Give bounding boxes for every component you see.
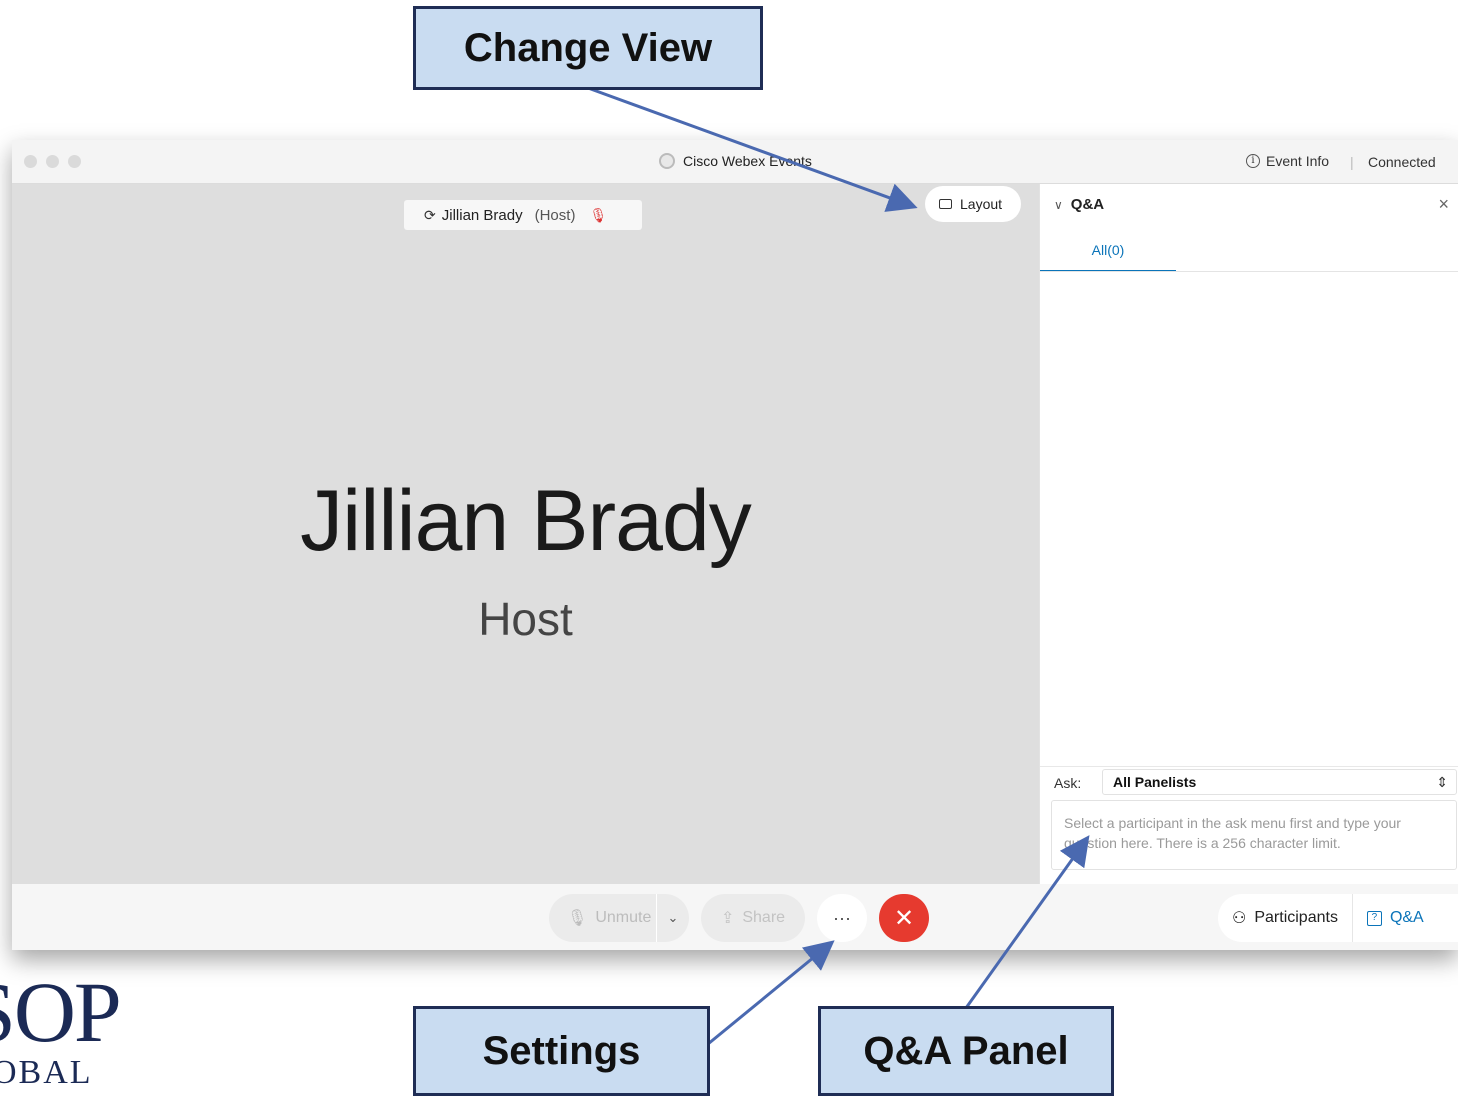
webex-window: Cisco Webex Events i Event Info | Connec… (12, 140, 1458, 950)
logo-line-1: SOP (0, 968, 122, 1060)
speaker-name: Jillian Brady (441, 206, 523, 224)
chevron-down-icon[interactable]: ∨ (1054, 198, 1063, 212)
settings-arrow (707, 940, 835, 1046)
logo-line-2: OBAL (0, 1054, 93, 1084)
share-button[interactable]: ⇪ Share (701, 894, 805, 942)
mic-muted-icon: 🎙 (589, 206, 608, 223)
participant-name: Jillian Brady (300, 473, 752, 569)
unmute-label: Unmute (595, 909, 652, 926)
share-icon: ⇪ (720, 910, 735, 927)
participants-label: Participants (1254, 909, 1338, 926)
select-updown-icon: ⇕ (1436, 774, 1448, 790)
more-options-button[interactable]: ··· (817, 894, 867, 942)
layout-button[interactable]: Layout (925, 186, 1021, 222)
change-view-callout: Change View (413, 6, 763, 90)
layout-label: Layout (960, 196, 1003, 212)
participants-button[interactable]: ⚇ Participants (1218, 894, 1352, 942)
title-bar: Cisco Webex Events i Event Info | Connec… (12, 140, 1458, 184)
leave-button[interactable]: ✕ (879, 894, 929, 942)
mic-slash-icon: 🎙 (567, 910, 588, 927)
panel-toggle-group: ⚇ Participants ? Q&A (1218, 894, 1458, 942)
chevron-down-icon[interactable]: ⌄ (656, 894, 689, 942)
meeting-controls: 🎙 Unmute ⌄ ⇪ Share ··· ✕ ⚇ Participants … (12, 884, 1458, 950)
presenter-icon: ⟳ (424, 206, 436, 223)
video-stage: ⟳ Jillian Brady (Host) 🎙 Layout Jillian … (12, 184, 1039, 884)
qa-panel: ∨ Q&A × All(0) Ask: All Panelists ⇕ Sele… (1039, 184, 1458, 884)
tab-all[interactable]: All(0) (1040, 230, 1176, 272)
active-speaker-pill: ⟳ Jillian Brady (Host) 🎙 (404, 200, 642, 230)
connection-status: Connected (1368, 154, 1436, 170)
qa-panel-header[interactable]: ∨ Q&A (1054, 196, 1104, 213)
qa-panel-callout: Q&A Panel (818, 1006, 1114, 1096)
maximize-window-icon[interactable] (68, 155, 81, 168)
speaker-role: (Host) (534, 206, 576, 224)
title-separator: | (1350, 154, 1354, 170)
tab-divider (1040, 271, 1458, 272)
qa-button[interactable]: ? Q&A (1351, 894, 1438, 942)
app-title-text: Cisco Webex Events (683, 153, 812, 169)
minimize-window-icon[interactable] (46, 155, 59, 168)
organization-logo: SOP OBAL (0, 968, 136, 1084)
settings-callout: Settings (413, 1006, 710, 1096)
close-icon[interactable]: × (1438, 194, 1449, 215)
share-label: Share (742, 909, 786, 926)
ask-selected-value: All Panelists (1113, 774, 1197, 790)
ask-recipient-select[interactable]: All Panelists ⇕ (1102, 769, 1457, 795)
participants-icon: ⚇ (1232, 910, 1247, 927)
unmute-button[interactable]: 🎙 Unmute ⌄ (549, 894, 689, 942)
question-input[interactable]: Select a participant in the ask menu fir… (1051, 800, 1457, 870)
layout-icon (939, 199, 952, 209)
close-window-icon[interactable] (24, 155, 37, 168)
info-icon: i (1246, 154, 1260, 168)
event-info-label: Event Info (1266, 153, 1330, 169)
participant-role: Host (478, 593, 573, 645)
webex-logo-icon (659, 153, 675, 169)
app-title: Cisco Webex Events (659, 153, 812, 169)
window-controls[interactable] (24, 155, 81, 168)
qa-button-label: Q&A (1389, 909, 1424, 926)
qa-panel-title: Q&A (1070, 196, 1105, 213)
qa-icon: ? (1366, 910, 1382, 926)
event-info-button[interactable]: i Event Info (1246, 153, 1329, 169)
ask-row: Ask: All Panelists ⇕ (1040, 766, 1458, 799)
ask-label: Ask: (1054, 775, 1082, 791)
